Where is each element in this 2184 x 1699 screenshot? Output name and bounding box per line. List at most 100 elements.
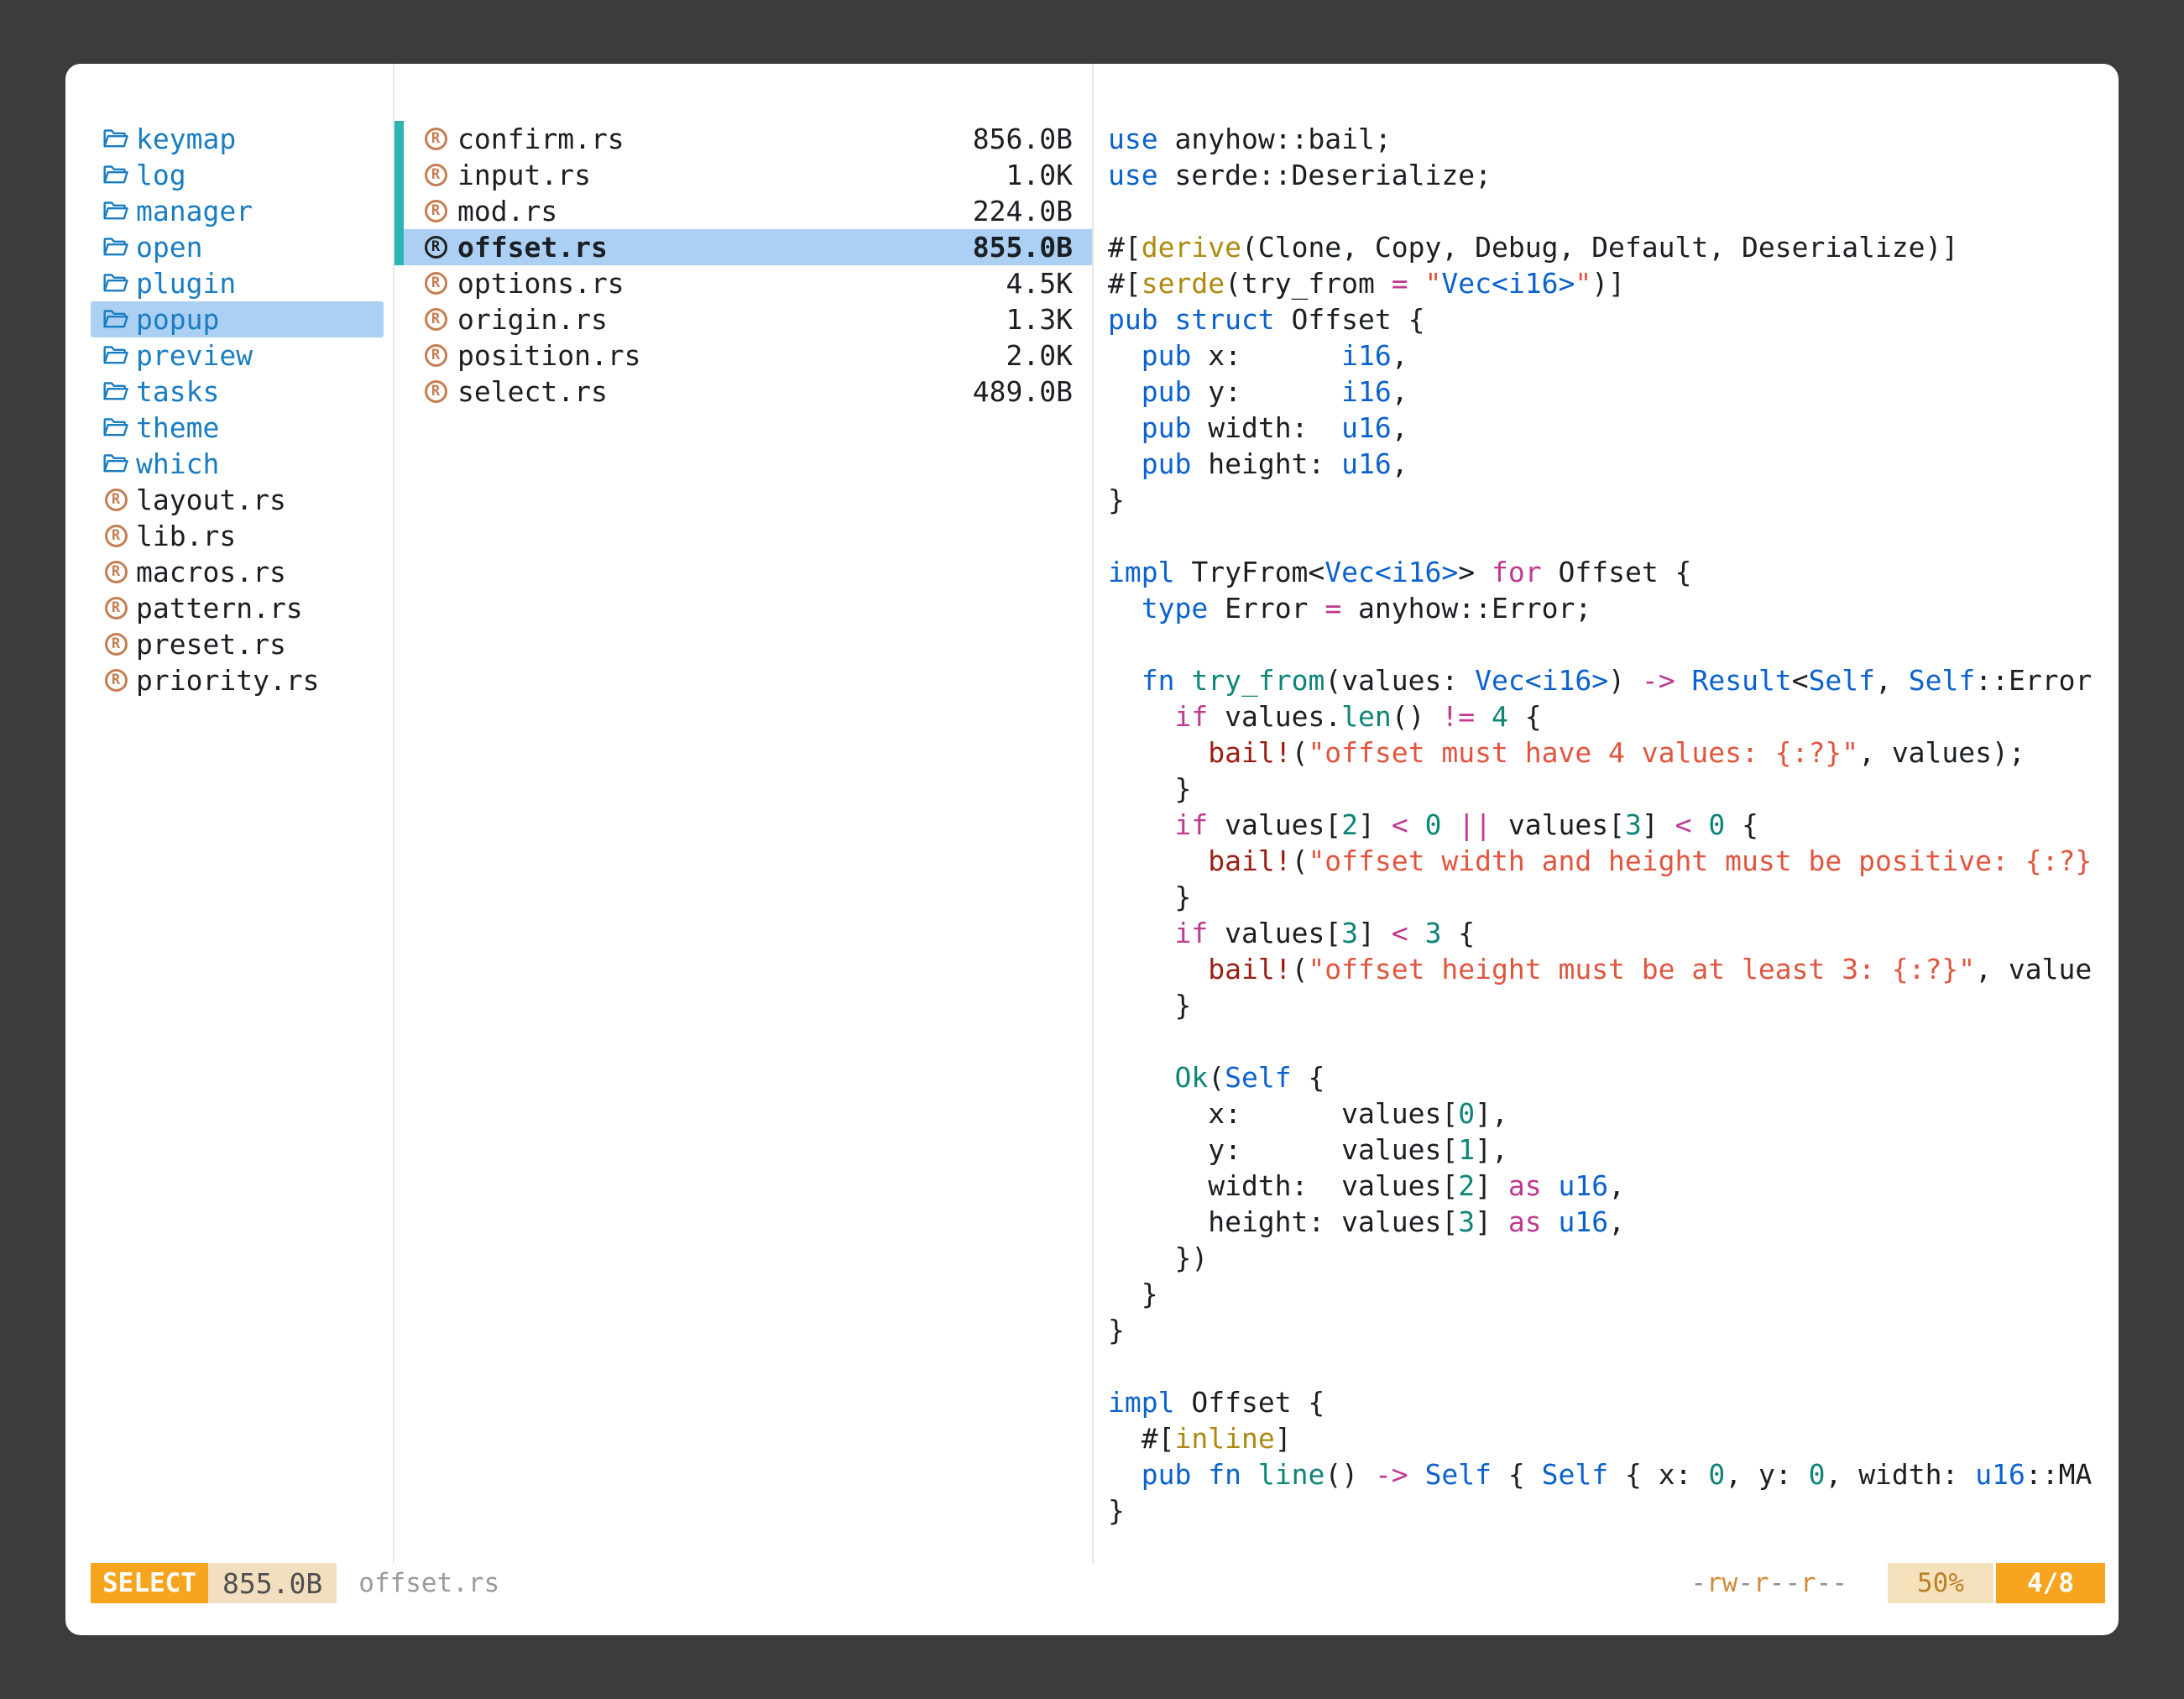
sidebar-item-theme[interactable]: theme — [91, 410, 384, 446]
sidebar-item-macros-rs[interactable]: Rmacros.rs — [91, 554, 384, 590]
code-line: impl Offset { — [1108, 1384, 2119, 1420]
code-line: if values.len() != 4 { — [1108, 698, 2119, 734]
sidebar-item-priority-rs[interactable]: Rpriority.rs — [91, 662, 384, 698]
sidebar-item-plugin[interactable]: plugin — [91, 265, 384, 301]
code-line: } — [1108, 879, 2119, 915]
code-line — [1108, 1348, 2119, 1384]
file-name: input.rs — [457, 159, 591, 191]
code-line: use anyhow::bail; — [1108, 121, 2119, 157]
rust-file-icon: R — [422, 128, 449, 150]
file-item-options-rs[interactable]: Roptions.rs4.5K — [394, 265, 1092, 301]
code-line: bail!("offset height must be at least 3:… — [1108, 951, 2119, 987]
sidebar-item-which[interactable]: which — [91, 446, 384, 482]
code-line — [1108, 193, 2119, 229]
sidebar-item-preview[interactable]: preview — [91, 337, 384, 374]
sidebar-item-label: log — [136, 159, 186, 191]
file-name: offset.rs — [457, 231, 608, 264]
sidebar-item-label: which — [136, 447, 219, 480]
file-name: mod.rs — [457, 195, 557, 227]
file-name: select.rs — [457, 375, 608, 408]
parent-directory-pane: keymap logmanageropenpluginpopuppreviewta… — [65, 64, 394, 1563]
rust-file-icon: R — [422, 308, 449, 331]
status-right: -rw-r--r-- 50% 4/8 — [1690, 1563, 2105, 1603]
file-size: 855.0B — [973, 231, 1073, 264]
file-item-select-rs[interactable]: Rselect.rs489.0B — [394, 374, 1092, 410]
folder-icon — [102, 308, 129, 331]
selection-marker — [394, 157, 404, 193]
code-line: bail!("offset width and height must be p… — [1108, 843, 2119, 879]
code-line: } — [1108, 1493, 2119, 1529]
file-item-mod-rs[interactable]: Rmod.rs224.0B — [394, 193, 1092, 229]
file-size-badge: 855.0B — [208, 1563, 337, 1603]
file-manager-window: keymap logmanageropenpluginpopuppreviewta… — [65, 64, 2119, 1635]
sidebar-item-label: priority.rs — [136, 664, 320, 697]
code-line: height: values[3] as u16, — [1108, 1204, 2119, 1240]
code-line — [1108, 518, 2119, 554]
folder-icon — [102, 164, 129, 186]
code-line: } — [1108, 1312, 2119, 1348]
code-line: #[serde(try_from = "Vec<i16>")] — [1108, 265, 2119, 301]
rust-file-icon: R — [422, 344, 449, 367]
code-line: impl TryFrom<Vec<i16>> for Offset { — [1108, 554, 2119, 590]
sidebar-item-keymap[interactable]: keymap — [91, 121, 384, 157]
permissions: -rw-r--r-- — [1690, 1568, 1847, 1598]
code-line: #[derive(Clone, Copy, Debug, Default, De… — [1108, 229, 2119, 265]
file-size: 1.0K — [1006, 159, 1073, 191]
code-line — [1108, 626, 2119, 662]
code-line: x: values[0], — [1108, 1095, 2119, 1132]
file-item-offset-rs[interactable]: Roffset.rs855.0B — [394, 229, 1092, 265]
status-filename: offset.rs — [358, 1568, 499, 1598]
rust-file-icon: R — [102, 525, 129, 547]
code-line: pub y: i16, — [1108, 374, 2119, 410]
rust-file-icon: R — [102, 597, 129, 619]
sidebar-item-label: popup — [136, 303, 219, 336]
file-size: 856.0B — [973, 123, 1073, 155]
sidebar-item-label: preview — [136, 339, 253, 372]
preview-pane: use anyhow::bail;use serde::Deserialize;… — [1094, 64, 2119, 1563]
file-item-position-rs[interactable]: Rposition.rs2.0K — [394, 337, 1092, 374]
code-line: y: values[1], — [1108, 1132, 2119, 1168]
sidebar-item-label: preset.rs — [136, 628, 286, 661]
file-item-confirm-rs[interactable]: Rconfirm.rs856.0B — [394, 121, 1092, 157]
sidebar-item-preset-rs[interactable]: Rpreset.rs — [91, 626, 384, 662]
code-line: } — [1108, 1276, 2119, 1312]
code-line: } — [1108, 987, 2119, 1023]
sidebar-item-lib-rs[interactable]: Rlib.rs — [91, 518, 384, 554]
file-size: 1.3K — [1006, 303, 1073, 336]
sidebar-item-log[interactable]: log — [91, 157, 384, 193]
sidebar-item-popup[interactable]: popup — [91, 301, 384, 337]
file-item-input-rs[interactable]: Rinput.rs 1.0K — [394, 157, 1092, 193]
code-line: pub x: i16, — [1108, 337, 2119, 374]
rust-file-icon: R — [422, 272, 449, 295]
code-line: Ok(Self { — [1108, 1059, 2119, 1095]
file-name: options.rs — [457, 267, 624, 300]
scroll-percent-badge: 50% — [1888, 1563, 1993, 1603]
sidebar-item-layout-rs[interactable]: Rlayout.rs — [91, 482, 384, 518]
rust-file-icon: R — [102, 489, 129, 511]
code-line: width: values[2] as u16, — [1108, 1168, 2119, 1204]
sidebar-item-tasks[interactable]: tasks — [91, 374, 384, 410]
folder-icon — [102, 200, 129, 222]
sidebar-item-label: open — [136, 231, 202, 264]
sidebar-item-open[interactable]: open — [91, 229, 384, 265]
rust-file-icon: R — [102, 633, 129, 656]
status-bar: SELECT 855.0B offset.rs -rw-r--r-- 50% 4… — [91, 1563, 2105, 1603]
file-item-origin-rs[interactable]: Rorigin.rs 1.3K — [394, 301, 1092, 337]
file-name: origin.rs — [457, 303, 608, 336]
sidebar-item-label: tasks — [136, 375, 219, 408]
file-size: 2.0K — [1006, 339, 1073, 372]
file-size: 224.0B — [973, 195, 1073, 227]
sidebar-item-label: keymap — [136, 123, 236, 155]
code-preview: use anyhow::bail;use serde::Deserialize;… — [1108, 121, 2119, 1529]
code-line: pub fn line() -> Self { Self { x: 0, y: … — [1108, 1456, 2119, 1493]
code-line: fn try_from(values: Vec<i16>) -> Result<… — [1108, 662, 2119, 698]
code-line: } — [1108, 482, 2119, 518]
rust-file-icon: R — [422, 164, 449, 186]
sidebar-item-pattern-rs[interactable]: Rpattern.rs — [91, 590, 384, 626]
sidebar-item-manager[interactable]: manager — [91, 193, 384, 229]
sidebar-item-label: lib.rs — [136, 520, 236, 552]
code-line: pub height: u16, — [1108, 446, 2119, 482]
cursor-position-badge: 4/8 — [1996, 1563, 2105, 1603]
rust-file-icon: R — [102, 669, 129, 692]
sidebar-item-label: macros.rs — [136, 556, 286, 588]
